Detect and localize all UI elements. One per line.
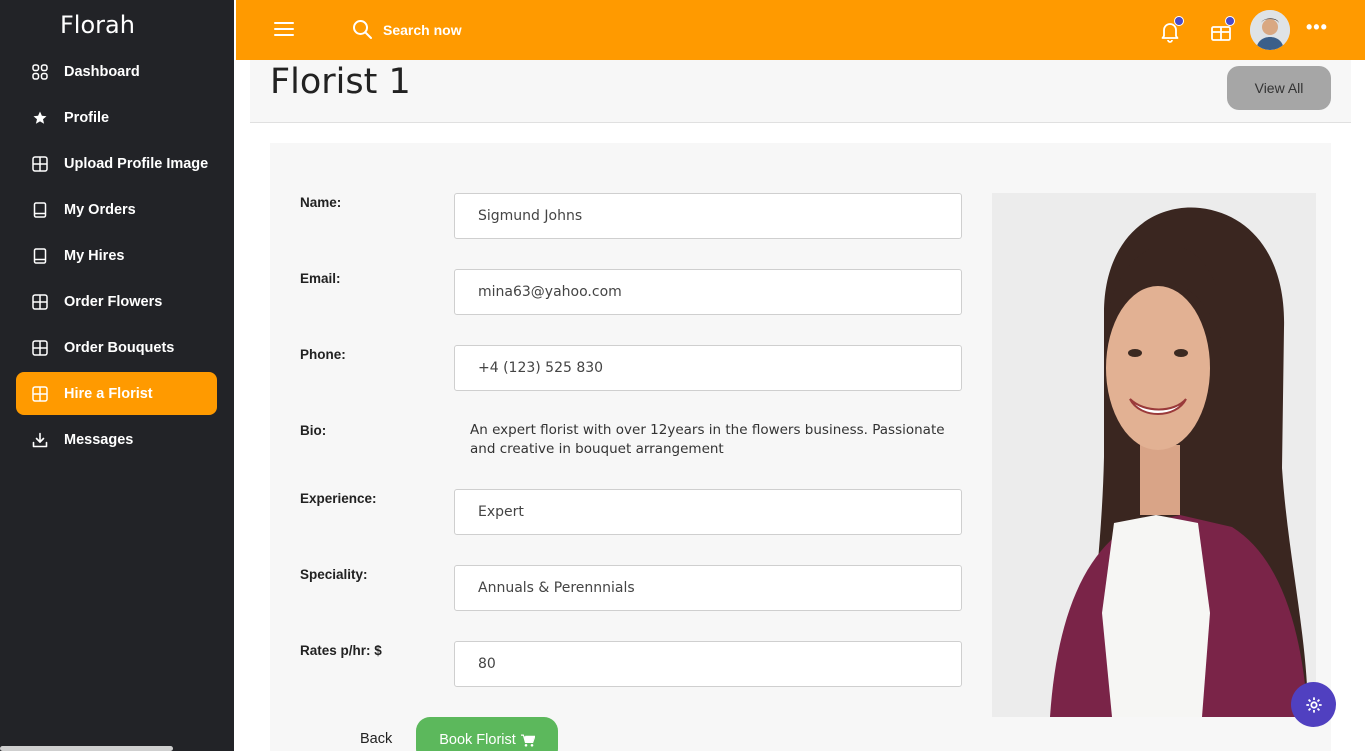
- notification-dot: [1174, 16, 1184, 26]
- sidebar-scrollbar[interactable]: [0, 746, 173, 751]
- florist-detail-card: Name: Sigmund Johns Email: mina63@yahoo.…: [270, 143, 1331, 751]
- phone-label: Phone:: [300, 347, 346, 362]
- settings-fab[interactable]: [1291, 682, 1336, 727]
- notification-bell-icon[interactable]: [1158, 16, 1184, 43]
- sidebar-item-label: Dashboard: [64, 63, 140, 80]
- bio-label: Bio:: [300, 423, 327, 438]
- grid-icon: [32, 339, 48, 356]
- view-all-button[interactable]: View All: [1227, 66, 1331, 110]
- sidebar-item-label: Hire a Florist: [64, 385, 153, 402]
- hamburger-menu-icon[interactable]: [274, 22, 294, 38]
- sidebar-item-dashboard[interactable]: Dashboard: [16, 50, 217, 93]
- book-icon: [32, 247, 48, 264]
- sidebar-item-my-orders[interactable]: My Orders: [16, 188, 217, 231]
- rate-field[interactable]: 80: [454, 641, 962, 687]
- experience-label: Experience:: [300, 491, 377, 506]
- speciality-field[interactable]: Annuals & Perennnials: [454, 565, 962, 611]
- sidebar-item-profile[interactable]: Profile: [16, 96, 217, 139]
- name-field[interactable]: Sigmund Johns: [454, 193, 962, 239]
- florist-photo: [992, 193, 1316, 717]
- sidebar-nav: Dashboard Profile Upload Profile Image M…: [16, 50, 217, 464]
- search-input[interactable]: Search now: [352, 19, 462, 40]
- gear-icon: [1305, 696, 1322, 713]
- sidebar-item-upload-profile-image[interactable]: Upload Profile Image: [16, 142, 217, 185]
- rate-label: Rates p/hr: $: [300, 643, 382, 658]
- email-field[interactable]: mina63@yahoo.com: [454, 269, 962, 315]
- brand-logo[interactable]: Florah: [60, 11, 135, 39]
- grid-icon: [32, 293, 48, 310]
- topbar: Search now •••: [236, 0, 1365, 60]
- page-header: Florist 1 View All: [250, 60, 1351, 123]
- cart-icon: [520, 734, 535, 747]
- download-icon: [32, 432, 48, 448]
- sidebar: Florah Dashboard Profile Upload Profile …: [0, 0, 234, 751]
- star-icon: [32, 110, 48, 126]
- search-placeholder: Search now: [383, 21, 462, 38]
- book-icon: [32, 201, 48, 218]
- more-options-icon[interactable]: •••: [1306, 18, 1328, 36]
- sidebar-item-label: Order Bouquets: [64, 339, 175, 356]
- gift-badge-dot: [1225, 16, 1235, 26]
- user-avatar[interactable]: [1250, 10, 1290, 50]
- sidebar-item-my-hires[interactable]: My Hires: [16, 234, 217, 277]
- speciality-label: Speciality:: [300, 567, 368, 582]
- sidebar-item-label: My Orders: [64, 201, 136, 218]
- sidebar-item-order-flowers[interactable]: Order Flowers: [16, 280, 217, 323]
- page-title: Florist 1: [270, 62, 411, 102]
- grid-icon: [32, 155, 48, 172]
- sidebar-item-messages[interactable]: Messages: [16, 418, 217, 461]
- gift-icon[interactable]: [1209, 16, 1235, 43]
- back-link[interactable]: Back: [360, 731, 392, 747]
- experience-field[interactable]: Expert: [454, 489, 962, 535]
- search-icon: [353, 20, 372, 39]
- book-florist-label: Book Florist: [439, 732, 516, 748]
- sidebar-item-label: Messages: [64, 431, 134, 448]
- email-label: Email:: [300, 271, 341, 286]
- bio-text: An expert florist with over 12years in t…: [470, 422, 945, 457]
- sidebar-item-label: Upload Profile Image: [64, 155, 209, 172]
- dashboard-icon: [32, 63, 48, 80]
- grid-icon: [32, 385, 48, 402]
- sidebar-item-order-bouquets[interactable]: Order Bouquets: [16, 326, 217, 369]
- phone-field[interactable]: +4 (123) 525 830: [454, 345, 962, 391]
- sidebar-item-label: Profile: [64, 109, 110, 126]
- sidebar-item-hire-a-florist[interactable]: Hire a Florist: [16, 372, 217, 415]
- name-label: Name:: [300, 195, 342, 210]
- sidebar-item-label: My Hires: [64, 247, 125, 264]
- sidebar-item-label: Order Flowers: [64, 293, 163, 310]
- book-florist-button[interactable]: Book Florist: [416, 717, 558, 751]
